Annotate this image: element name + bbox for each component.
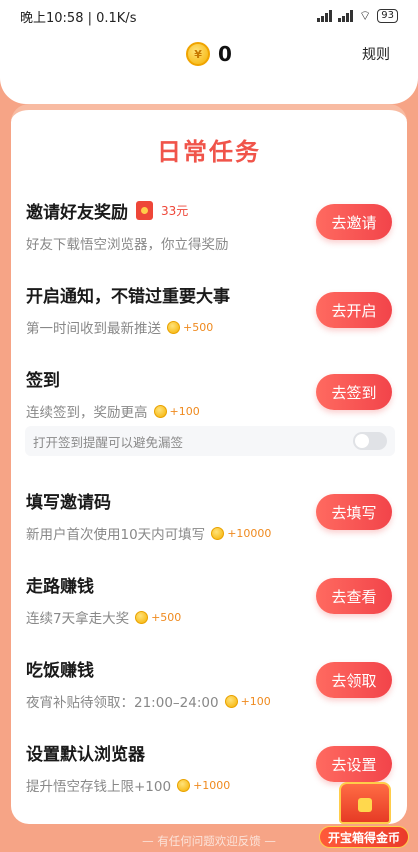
coin-icon [135,610,149,624]
status-time: 晚上10:58 | 0.1K/s [20,10,137,26]
task-title: 设置默认浏览器 [26,745,145,765]
claim-meal-button[interactable]: 去领取 [316,662,392,698]
task-signin: 签到 连续签到，奖励更高 +100 去签到 [26,366,396,421]
signin-reminder-row: 打开签到提醒可以避免漏签 [25,426,395,456]
task-reward: +100 [224,694,271,708]
enable-notifications-button[interactable]: 去开启 [316,292,392,328]
coin-icon: ¥ [186,42,211,66]
card-title: 日常任务 [157,138,261,166]
task-reward-value: +100 [240,694,271,708]
coin-balance: 0 [218,42,232,66]
task-reward: +1000 [177,778,231,792]
task-reward-value: +10000 [227,526,272,540]
task-enter-invite-code: 填写邀请码 新用户首次使用10天内可填写 +10000 去填写 [26,488,396,543]
task-desc: 夜宵补贴待领取：21:00–24:00 [26,695,219,711]
task-title: 走路赚钱 [26,577,94,597]
status-icons: ⌔ 93 [317,8,398,24]
task-reward: +500 [135,610,182,624]
daily-tasks-card: 日常任务 邀请好友奖励 33元 好友下载悟空浏览器，你立得奖励 去邀请 开启通知… [11,104,407,824]
task-title: 签到 [26,371,60,391]
task-desc: 第一时间收到最新推送 [26,321,161,337]
coin-icon [224,694,238,708]
signin-reminder-toggle[interactable] [353,432,387,450]
rules-link[interactable]: 规则 [362,44,390,64]
task-title: 吃饭赚钱 [26,661,94,681]
signin-reminder-label: 打开签到提醒可以避免漏签 [33,434,184,450]
task-desc: 新用户首次使用10天内可填写 [26,527,206,543]
status-bar: 晚上10:58 | 0.1K/s ⌔ 93 [0,0,418,32]
task-reward-value: +500 [183,320,214,334]
signal-icon [317,10,333,22]
task-reward: +500 [167,320,214,334]
header: ¥ 0 规则 [0,32,418,76]
task-reward-value: +100 [169,404,200,418]
header-curve [0,76,418,104]
signal-icon-secondary [338,10,354,22]
task-desc: 连续签到，奖励更高 [26,405,148,421]
set-default-browser-button[interactable]: 去设置 [316,746,392,782]
task-invite-friends: 邀请好友奖励 33元 好友下载悟空浏览器，你立得奖励 去邀请 [26,198,396,253]
treasure-chest-label[interactable]: 开宝箱得金币 [319,826,409,848]
task-desc: 提升悟空存钱上限+100 [26,779,172,795]
task-reward-value: +500 [151,610,182,624]
task-title: 开启通知，不错过重要大事 [26,287,230,307]
task-desc: 连续7天拿走大奖 [26,611,130,627]
task-meal-earn: 吃饭赚钱 夜宵补贴待领取：21:00–24:00 +100 去领取 [26,656,396,711]
task-walk-earn: 走路赚钱 连续7天拿走大奖 +500 去查看 [26,572,396,627]
task-title: 邀请好友奖励 [26,203,128,223]
coin-icon [211,526,225,540]
coin-icon [167,320,180,334]
task-title: 填写邀请码 [26,493,111,513]
red-packet-icon [136,201,153,220]
enter-code-button[interactable]: 去填写 [316,494,392,530]
coin-icon [153,404,167,418]
task-reward: +10000 [211,526,272,540]
wifi-icon: ⌔ [359,9,372,24]
battery-icon: 93 [377,9,398,23]
task-desc: 好友下载悟空浏览器，你立得奖励 [26,237,229,253]
task-reward: +100 [153,404,200,418]
treasure-chest-widget[interactable]: 开宝箱得金币 [319,778,409,848]
task-enable-notifications: 开启通知，不错过重要大事 第一时间收到最新推送 +500 去开启 [26,282,396,337]
view-walk-button[interactable]: 去查看 [316,578,392,614]
task-reward: 33元 [161,204,189,218]
chest-lock-icon [358,798,372,812]
task-reward-value: +1000 [193,778,231,792]
signin-button[interactable]: 去签到 [316,374,392,410]
coin-icon [177,778,191,792]
invite-button[interactable]: 去邀请 [316,204,392,240]
